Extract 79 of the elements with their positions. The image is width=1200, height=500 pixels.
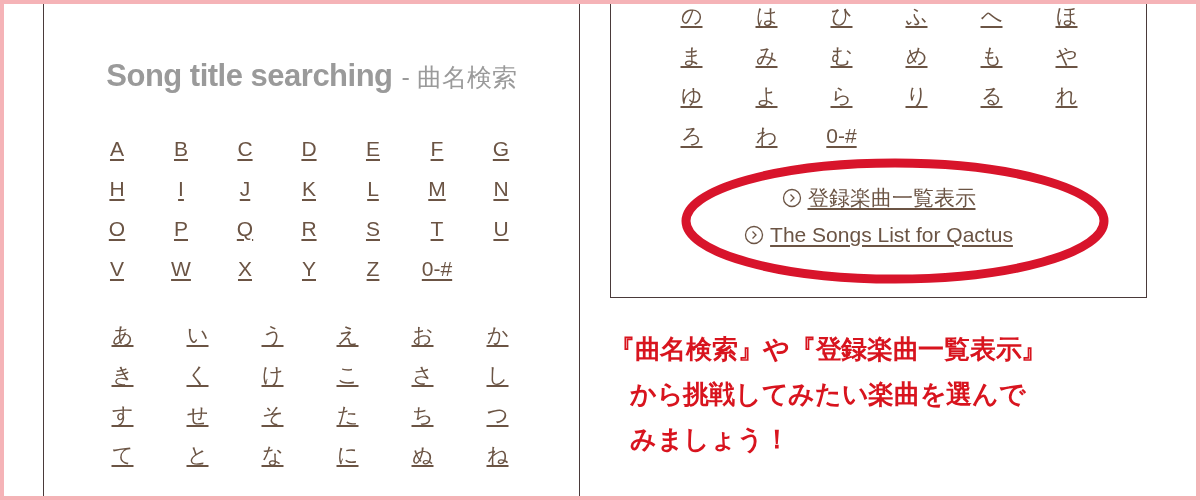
index-link[interactable]: も [980,44,1003,66]
index-link[interactable]: F [430,137,444,159]
panel-subtitle: - 曲名検索 [401,63,517,91]
index-link[interactable]: V [110,257,124,279]
index-link[interactable]: や [1055,44,1078,66]
index-link[interactable]: S [366,217,380,239]
index-link[interactable]: の [680,4,703,26]
index-link[interactable]: め [905,44,928,66]
index-link[interactable]: そ [261,403,284,425]
index-link[interactable]: ひ [830,4,853,26]
index-link[interactable]: T [430,217,444,239]
index-link[interactable]: さ [411,363,434,385]
index-link[interactable]: ら [830,84,853,106]
index-link[interactable]: お [411,323,434,345]
index-link[interactable]: I [178,177,184,199]
index-link[interactable]: よ [755,84,778,106]
index-link[interactable]: へ [980,4,1003,26]
index-link[interactable]: J [239,177,251,199]
index-link[interactable]: ぬ [411,443,434,465]
index-link[interactable]: な [261,443,284,465]
index-link[interactable]: と [186,443,209,465]
index-link[interactable]: せ [186,403,209,425]
index-link[interactable]: か [486,323,509,345]
index-link[interactable]: D [301,137,317,159]
index-link[interactable]: M [428,177,446,199]
index-link[interactable]: 0-# [826,124,857,146]
index-link[interactable]: に [336,443,359,465]
index-link[interactable]: U [493,217,509,239]
chevron-circle-icon [781,187,802,208]
index-link[interactable]: ふ [905,4,928,26]
list-link[interactable]: The Songs List for Qactus [744,216,1013,253]
index-link[interactable]: れ [1055,84,1078,106]
index-link[interactable]: Y [302,257,316,279]
index-link[interactable]: L [367,177,379,199]
index-link[interactable]: ち [411,403,434,425]
index-link[interactable]: た [336,403,359,425]
index-link[interactable]: る [980,84,1003,106]
index-link[interactable]: て [111,443,134,465]
panel-title: Song title searching [106,58,393,93]
index-link[interactable]: し [486,363,509,385]
list-link[interactable]: 登録楽曲一覧表示 [781,179,976,216]
index-link[interactable]: B [174,137,188,159]
index-link[interactable]: ほ [1055,4,1078,26]
index-link[interactable]: ろ [680,124,703,146]
index-link[interactable]: N [493,177,509,199]
index-link[interactable]: こ [336,363,359,385]
index-link[interactable]: G [492,137,510,159]
index-link[interactable]: H [109,177,125,199]
index-link[interactable]: う [261,323,284,345]
index-link[interactable]: E [366,137,380,159]
index-link[interactable]: す [111,403,134,425]
index-link[interactable]: り [905,84,928,106]
caption-text: 『曲名検索』や『登録楽曲一覧表示』 から挑戦してみたい楽曲を選んで みましょう！ [609,333,1048,456]
index-link[interactable]: ゆ [680,84,703,106]
index-link[interactable]: R [301,217,317,239]
index-link[interactable]: 0-# [421,257,453,279]
index-link[interactable]: い [186,323,209,345]
index-link[interactable]: む [830,44,853,66]
index-link[interactable]: O [108,217,126,239]
index-link[interactable]: わ [755,124,778,146]
index-link[interactable]: ま [680,44,703,66]
index-link[interactable]: つ [486,403,509,425]
index-link[interactable]: P [174,217,188,239]
chevron-circle-icon [744,224,765,245]
index-link[interactable]: K [302,177,316,199]
index-link[interactable]: A [110,137,124,159]
index-link[interactable]: Z [366,257,380,279]
index-link[interactable]: X [238,257,252,279]
index-link[interactable]: C [237,137,253,159]
index-link[interactable]: え [336,323,359,345]
index-link[interactable]: み [755,44,778,66]
index-link[interactable]: あ [111,323,134,345]
index-link[interactable]: W [171,257,191,279]
index-link[interactable]: ね [486,443,509,465]
index-link[interactable]: け [261,363,284,385]
index-link[interactable]: く [186,363,209,385]
index-link[interactable]: Q [236,217,254,239]
index-link[interactable]: き [111,363,134,385]
index-link[interactable]: は [755,4,778,26]
